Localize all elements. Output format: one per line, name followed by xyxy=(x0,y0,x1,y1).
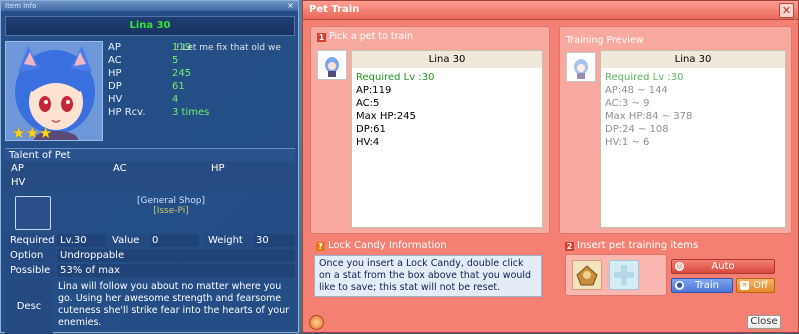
pet-stats-card[interactable]: Lina 30 Required Lv :30 AP:119 AC:5 Max … xyxy=(351,50,543,228)
stat-value: 3 times xyxy=(172,107,210,118)
talent-ap-label: AP xyxy=(11,163,24,174)
pet-list: Lina 30 Required Lv :30 AP:119 AC:5 Max … xyxy=(314,47,546,231)
chat-overlay-text: ! Let me fix that old we xyxy=(176,43,281,53)
talent-hv-label: HV xyxy=(11,177,26,188)
stat-row-hp-rcv: HP Rcv. 3 times xyxy=(106,106,296,119)
required-label: Required xyxy=(7,234,55,247)
preview-pet-icon xyxy=(566,52,596,82)
talent-grid: AP AC HP HV xyxy=(5,162,295,190)
value-label: Value xyxy=(109,234,147,247)
rating-stars: ★★★ xyxy=(12,124,53,141)
pet-stats: AP 119 AC 5 HP 245 DP 61 HV 4 HP Rcv. 3 times xyxy=(106,41,296,141)
weight-label: Weight xyxy=(205,234,251,247)
stat-label: HP xyxy=(108,68,122,79)
stat-value: 245 xyxy=(172,68,192,79)
preview-card-name: Lina 30 xyxy=(601,51,785,68)
preview-card-line: HV:1 ~ 6 xyxy=(605,137,650,148)
pet-card-line: AP:119 xyxy=(356,85,392,96)
train-button[interactable]: ● Train xyxy=(671,278,733,293)
pet-portrait: ★★★ xyxy=(5,41,103,141)
pick-pet-panel: 1 Pick a pet to train Lina 30 Required Lv… xyxy=(310,26,550,234)
shop-name-overlay: [General Shop] [Isse-Pi] xyxy=(111,196,231,216)
pet-card-line: HV:4 xyxy=(356,137,380,148)
pick-pet-header: 1 Pick a pet to train xyxy=(317,31,413,42)
step-number: 2 xyxy=(565,242,574,251)
stat-row-hv: HV 4 xyxy=(106,93,296,106)
auto-icon: ◎ xyxy=(675,262,684,271)
pet-train-title: Pet Train xyxy=(309,4,360,15)
pet-card-line: Required Lv :30 xyxy=(356,72,435,83)
option-row: Option Undroppable xyxy=(5,249,295,262)
stat-label: AP xyxy=(108,42,121,53)
pet-name-label: Lina 30 xyxy=(5,16,295,36)
train-button-label: Train xyxy=(695,280,719,291)
stat-row-hp: HP 245 xyxy=(106,67,296,80)
info-icon: ? xyxy=(316,242,325,251)
off-button[interactable]: ✕ Off xyxy=(736,278,775,293)
insert-items-header: 2 Insert pet training items xyxy=(565,240,698,251)
desc-label: Desc xyxy=(5,279,53,334)
train-icon: ● xyxy=(675,281,684,290)
stat-label: DP xyxy=(108,81,122,92)
item-info-close-icon[interactable]: × xyxy=(286,1,295,10)
option-label: Option xyxy=(7,249,55,262)
stat-value: 4 xyxy=(172,94,179,105)
pet-list-icon[interactable] xyxy=(317,50,347,80)
preview-card-line: AC:3 ~ 9 xyxy=(605,98,650,109)
pick-pet-label: Pick a pet to train xyxy=(329,31,414,42)
training-item-slots xyxy=(565,254,667,296)
auto-button-label: Auto xyxy=(711,261,735,272)
preview-card-line: Required Lv :30 xyxy=(605,72,684,83)
pet-card-line: AC:5 xyxy=(356,98,380,109)
preview-card-line: Max HP:84 ~ 378 xyxy=(605,111,693,122)
off-icon: ✕ xyxy=(740,281,749,290)
preview-stats-card: Lina 30 Required Lv :30 AP:48 ~ 144 AC:3… xyxy=(600,50,786,228)
item-info-titlebar[interactable]: Item Info xyxy=(1,1,298,11)
add-item-slot[interactable] xyxy=(609,260,639,290)
stat-row-ac: AC 5 xyxy=(106,54,296,67)
required-row: Required Lv.30 Value 0 Weight 30 xyxy=(5,234,295,247)
pet-train-titlebar[interactable]: Pet Train ✕ xyxy=(303,1,798,20)
training-preview-header: Training Preview xyxy=(566,35,644,46)
candy-item-slot[interactable] xyxy=(572,260,602,290)
stat-row-dp: DP 61 xyxy=(106,80,296,93)
preview-card-line: AP:48 ~ 144 xyxy=(605,85,668,96)
value-value: 0 xyxy=(149,234,199,247)
close-icon[interactable]: ✕ xyxy=(779,3,794,18)
stat-value: 61 xyxy=(172,81,185,92)
talent-header: Talent of Pet xyxy=(5,148,295,161)
stat-value: 5 xyxy=(172,55,179,66)
auto-button[interactable]: ◎ Auto xyxy=(671,259,775,274)
talent-hp-label: HP xyxy=(211,163,225,174)
item-info-window: Item Info × Lina 30 ★★★ AP 119 AC 5 HP 245 … xyxy=(0,0,299,334)
stat-label: HP Rcv. xyxy=(108,107,146,118)
possible-label: Possible xyxy=(7,264,55,277)
training-preview-panel: Training Preview Lina 30 Required Lv :30… xyxy=(559,26,792,234)
pet-card-name: Lina 30 xyxy=(352,51,542,68)
step-number: 1 xyxy=(317,33,326,42)
pet-card-line: DP:61 xyxy=(356,124,386,135)
weight-value: 30 xyxy=(253,234,295,247)
preview-card-line: DP:24 ~ 108 xyxy=(605,124,669,135)
insert-items-label: Insert pet training items xyxy=(577,240,699,251)
preview-list: Lina 30 Required Lv :30 AP:48 ~ 144 AC:3… xyxy=(563,49,789,231)
lock-candy-label: Lock Candy Information xyxy=(328,240,447,251)
item-slot[interactable] xyxy=(15,196,51,230)
pet-card-line: Max HP:245 xyxy=(356,111,416,122)
option-value: Undroppable xyxy=(57,249,295,262)
possible-value: 53% of max xyxy=(57,264,295,277)
possible-row: Possible 53% of max xyxy=(5,264,295,277)
desc-text: Lina will follow you about no matter whe… xyxy=(58,281,290,328)
lock-candy-info-text: Once you insert a Lock Candy, double cli… xyxy=(314,255,542,297)
close-button[interactable]: Close xyxy=(747,315,781,329)
required-value: Lv.30 xyxy=(57,234,107,247)
shop-sub: [Isse-Pi] xyxy=(153,206,189,216)
lock-candy-header: ? Lock Candy Information xyxy=(316,240,447,251)
bag-icon[interactable] xyxy=(309,315,324,330)
stat-label: AC xyxy=(108,55,122,66)
pet-train-window: Pet Train ✕ 1 Pick a pet to train Lina 30… xyxy=(302,0,799,333)
shop-name: [General Shop] xyxy=(137,196,205,206)
talent-ac-label: AC xyxy=(113,163,127,174)
stat-label: HV xyxy=(108,94,123,105)
